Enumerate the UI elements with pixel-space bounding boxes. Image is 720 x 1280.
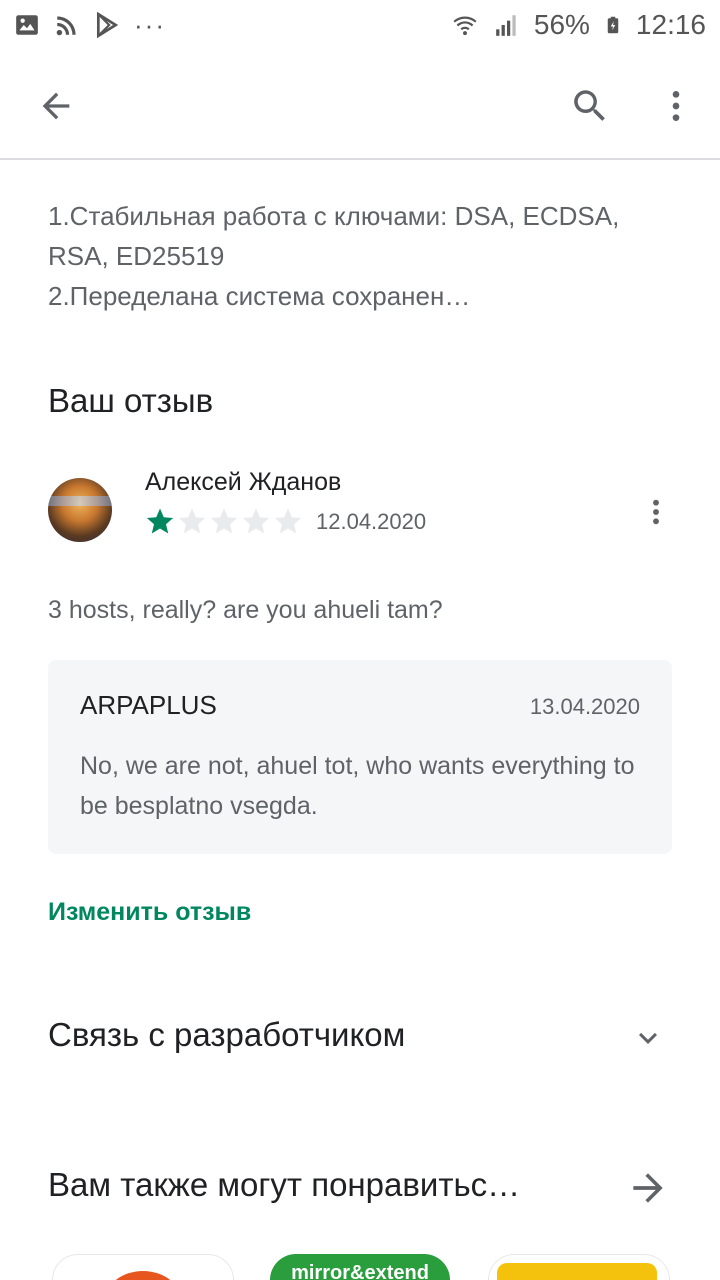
arrow-forward-icon <box>633 1173 663 1203</box>
avatar <box>48 478 112 542</box>
search-icon <box>574 90 605 121</box>
whats-new-line: RSA, ED25519 <box>48 241 225 271</box>
review-options-button[interactable] <box>640 492 672 532</box>
status-bar: ··· 56% 12:16 <box>0 0 720 50</box>
whats-new-line: 1.Стабильная работа с ключами: DSA, ECDS… <box>48 201 620 231</box>
back-button[interactable] <box>28 78 84 134</box>
review-date: 12.04.2020 <box>316 509 427 534</box>
similar-apps-list: mirror&extend <box>0 1250 720 1280</box>
gallery-icon <box>16 15 38 35</box>
arrow-back-icon <box>42 92 70 120</box>
whats-new-text[interactable]: 1.Стабильная работа с ключами: DSA, ECDS… <box>48 196 668 316</box>
developer-contact-row[interactable]: Связь с разработчиком <box>0 1000 720 1076</box>
wifi-icon <box>453 16 477 36</box>
chevron-down-icon <box>639 1032 657 1044</box>
reviewer-name: Алексей Жданов <box>145 468 342 496</box>
review-text: 3 hosts, really? are you ahueli tam? <box>48 596 443 624</box>
more-vert-icon <box>672 91 680 121</box>
similar-apps-row[interactable]: Вам также могут понравитьс… <box>0 1150 720 1226</box>
developer-contact-title: Связь с разработчиком <box>48 1016 406 1053</box>
app-icon-label: mirror&extend <box>291 1262 429 1280</box>
app-bar <box>0 52 720 160</box>
star-rating <box>145 506 303 536</box>
more-vert-icon <box>653 499 659 525</box>
search-button[interactable] <box>562 78 618 134</box>
developer-reply-date: 13.04.2020 <box>529 694 640 719</box>
notification-icons: ··· <box>14 10 166 41</box>
app-icon[interactable] <box>52 1254 234 1280</box>
more-options-button[interactable] <box>648 78 704 134</box>
star-empty-icon <box>210 508 238 534</box>
rss-icon <box>56 16 76 36</box>
app-icon[interactable] <box>488 1254 670 1280</box>
system-icons: 56% 12:16 <box>450 9 706 41</box>
clock: 12:16 <box>635 9 706 40</box>
whats-new-line: 2.Переделана система сохранен… <box>48 281 471 311</box>
star-empty-icon <box>242 508 270 534</box>
play-store-icon <box>96 12 119 38</box>
similar-apps-title: Вам также могут понравитьс… <box>48 1166 521 1203</box>
your-review-title: Ваш отзыв <box>48 382 214 419</box>
app-icon[interactable]: mirror&extend <box>270 1254 450 1280</box>
developer-reply-text: No, we are not, ahuel tot, who wants eve… <box>80 752 635 820</box>
more-notifications-icon: ··· <box>134 9 166 40</box>
star-empty-icon <box>178 508 206 534</box>
battery-icon <box>607 16 619 34</box>
developer-reply: ARPAPLUS 13.04.2020 No, we are not, ahue… <box>48 660 672 854</box>
developer-name: ARPAPLUS <box>80 690 217 720</box>
edit-review-button[interactable]: Изменить отзыв <box>48 898 251 927</box>
star-empty-icon <box>274 508 302 534</box>
star-filled-icon <box>146 508 174 534</box>
battery-percent: 56% <box>533 9 590 40</box>
signal-icon <box>496 15 516 36</box>
